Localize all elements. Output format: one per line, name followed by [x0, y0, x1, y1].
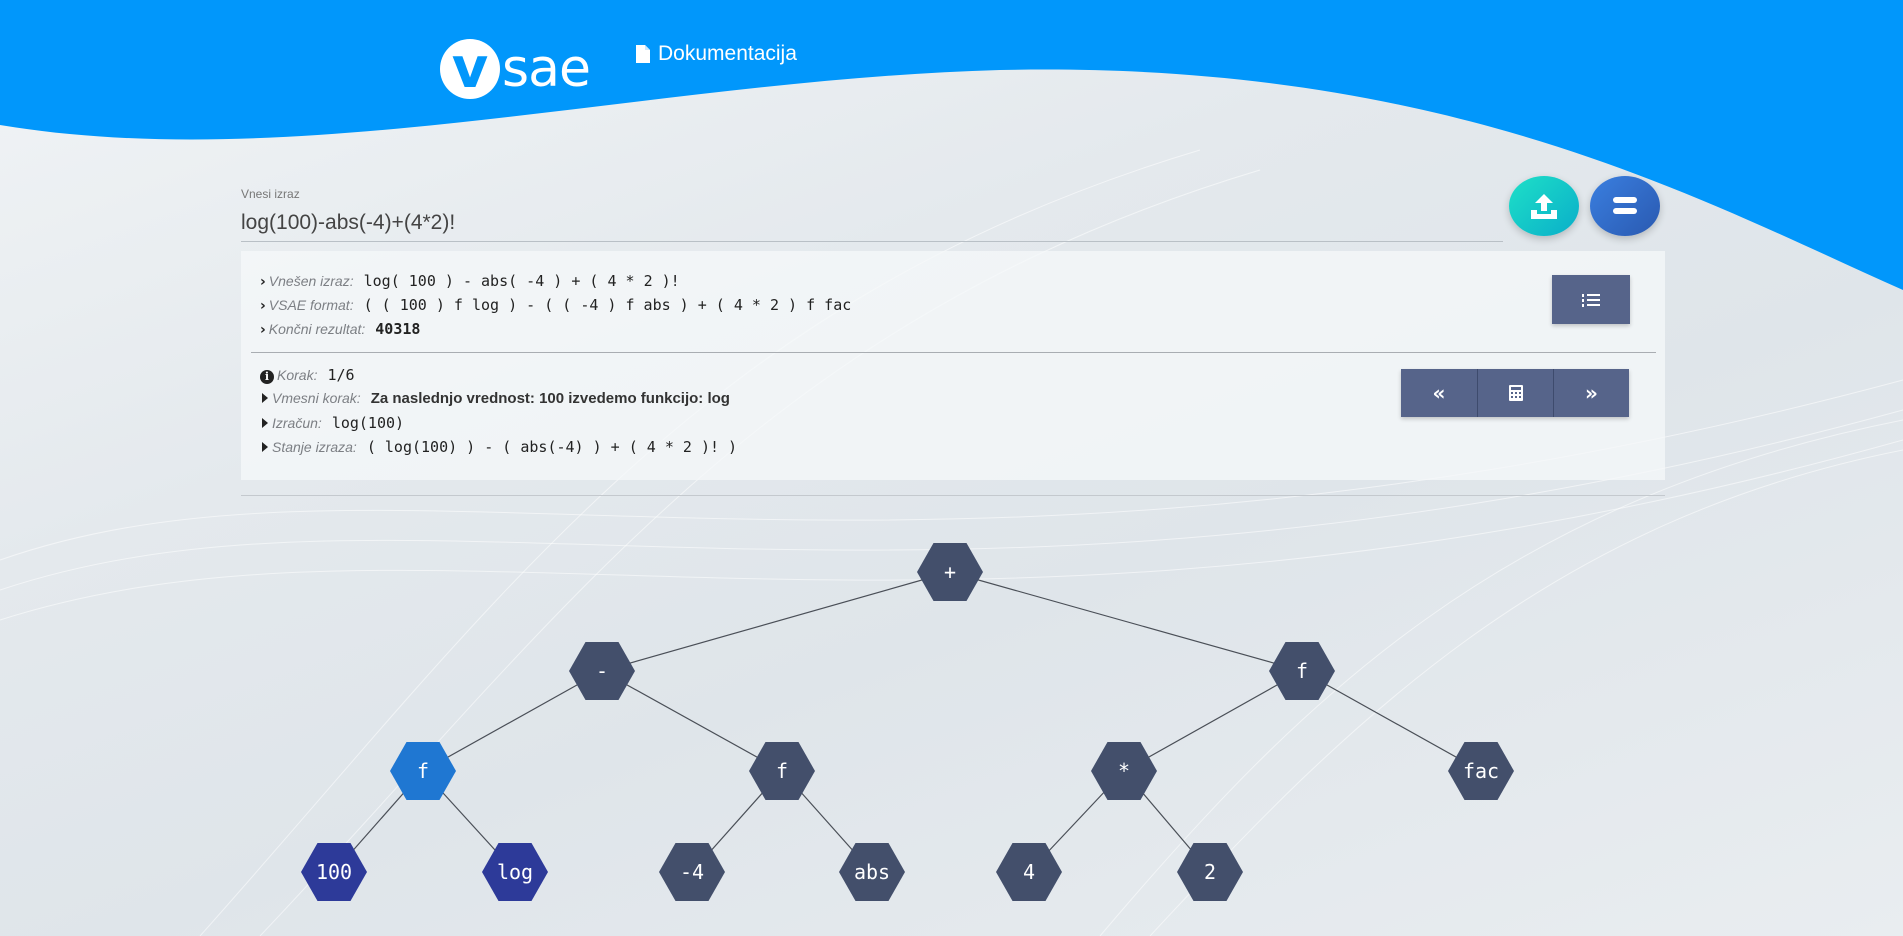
expression-tree: + - f f f * fac 100 log -4 abs 4 2 [301, 543, 1514, 901]
tree-node-label: 100 [316, 860, 352, 884]
tree-node-f-log[interactable]: f [390, 742, 456, 800]
tree-nodes: + - f f f * fac 100 log -4 abs 4 2 [301, 543, 1514, 901]
tree-node-label: f [776, 759, 788, 783]
tree-node-label: 4 [1023, 860, 1035, 884]
tree-edges [333, 571, 1482, 873]
tree-node-f-abs[interactable]: f [749, 742, 815, 800]
tree-node-minus[interactable]: - [569, 642, 635, 700]
tree-node-fac[interactable]: fac [1448, 742, 1514, 800]
tree-node-label: f [417, 759, 429, 783]
tree-node-label: * [1118, 759, 1130, 783]
tree-node-label: + [944, 560, 956, 584]
tree-edge [601, 571, 951, 672]
tree-node-label: log [497, 860, 533, 884]
tree-node-f-right[interactable]: f [1269, 642, 1335, 700]
tree-node-2[interactable]: 2 [1177, 843, 1243, 901]
tree-node-4[interactable]: 4 [996, 843, 1062, 901]
tree-node-label: fac [1463, 759, 1499, 783]
tree-node-neg4[interactable]: -4 [659, 843, 725, 901]
tree-edge [949, 571, 1303, 672]
tree-node-100[interactable]: 100 [301, 843, 367, 901]
tree-edge [1301, 670, 1482, 772]
tree-edge [1123, 670, 1303, 772]
tree-node-label: abs [854, 860, 890, 884]
tree-node-abs[interactable]: abs [839, 843, 905, 901]
tree-node-label: -4 [680, 860, 704, 884]
tree-edge [422, 670, 603, 772]
tree-node-mul[interactable]: * [1091, 742, 1157, 800]
tree-node-label: f [1296, 659, 1308, 683]
tree-node-log[interactable]: log [482, 843, 548, 901]
tree-node-plus[interactable]: + [917, 543, 983, 601]
tree-edge [601, 670, 783, 772]
tree-node-label: - [596, 659, 608, 683]
tree-node-label: 2 [1204, 860, 1216, 884]
